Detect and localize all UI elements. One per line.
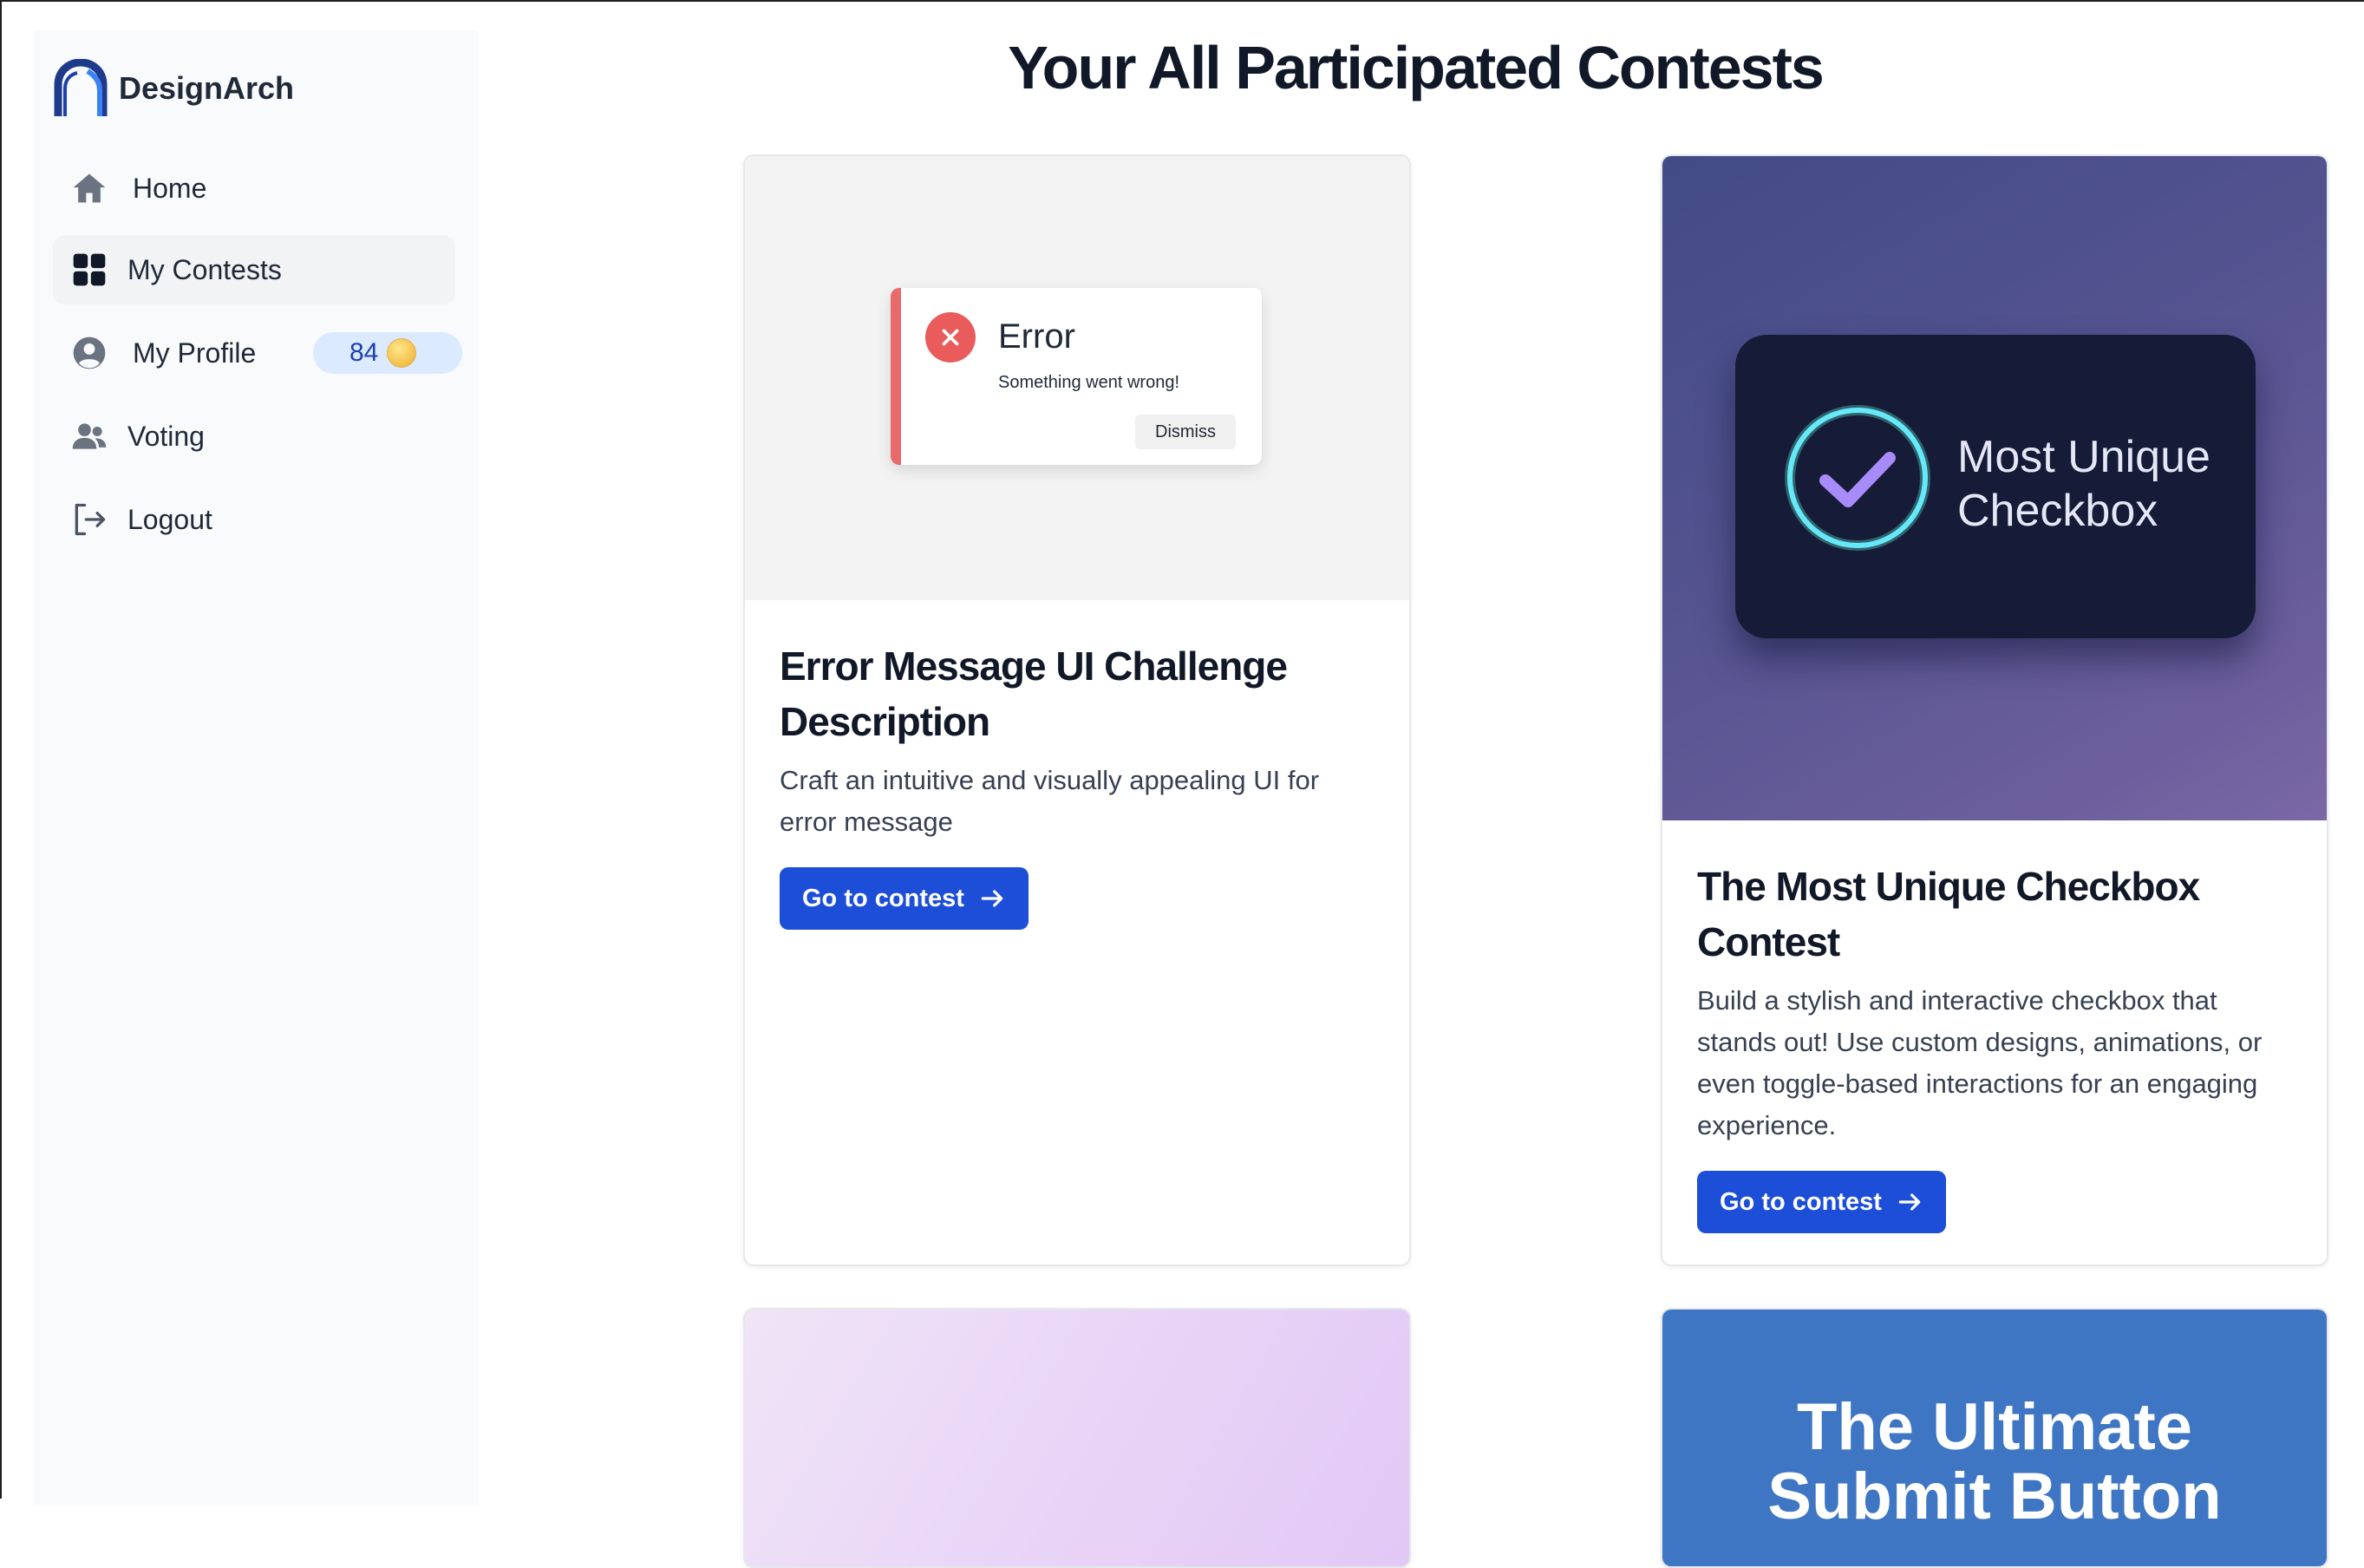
checkbox-preview-line2: Checkbox xyxy=(1957,486,2158,536)
coin-icon xyxy=(387,338,417,368)
submit-preview-line1: The Ultimate xyxy=(1796,1390,2193,1464)
page-title: Your All Participated Contests xyxy=(1008,34,1825,101)
arrow-right-icon xyxy=(1898,1193,1921,1211)
grid-icon xyxy=(70,251,108,289)
close-circle-icon xyxy=(925,312,976,363)
contest-card-body: Error Message UI Challenge Description C… xyxy=(780,638,1375,930)
contest-title: The Most Unique Checkbox Contest xyxy=(1697,864,2200,964)
designarch-logo-icon xyxy=(54,59,108,116)
error-preview-dismiss: Dismiss xyxy=(1135,415,1236,449)
points-badge: 84 xyxy=(313,332,462,374)
contest-description: Craft an intuitive and visually appealin… xyxy=(780,765,1320,837)
error-preview: Error Something went wrong! Dismiss xyxy=(891,288,1262,465)
submit-preview-line2: Submit Button xyxy=(1767,1460,2222,1533)
sidebar-item-label: My Profile xyxy=(133,336,257,369)
go-to-contest-button[interactable]: Go to contest xyxy=(780,867,1029,930)
users-icon xyxy=(70,417,108,455)
checkbox-preview: Most Unique Checkbox xyxy=(1735,335,2256,638)
app-frame: DesignArch Home My Contests My Profile 8… xyxy=(0,0,2364,1568)
sidebar-item-label: Logout xyxy=(127,503,212,535)
contest-preview-image: Error Something went wrong! Dismiss xyxy=(745,156,1409,600)
brand[interactable]: DesignArch xyxy=(53,58,294,119)
contest-card-body: The Most Unique Checkbox Contest Build a… xyxy=(1697,859,2292,1233)
check-circle-icon xyxy=(1785,405,1930,551)
error-preview-message: Something went wrong! xyxy=(998,373,1180,392)
contest-title: Error Message UI Challenge Description xyxy=(780,644,1288,744)
arrow-right-icon xyxy=(981,890,1003,907)
sidebar-item-label: Voting xyxy=(127,420,205,452)
contest-preview-image xyxy=(745,1310,1409,1566)
contest-card: The Ultimate Submit Button xyxy=(1661,1308,2328,1568)
sidebar-item-my-profile[interactable]: My Profile 84 xyxy=(53,318,462,388)
go-to-contest-button[interactable]: Go to contest xyxy=(1697,1171,1946,1233)
contest-preview-image: The Ultimate Submit Button xyxy=(1662,1310,2327,1566)
contest-card: Error Something went wrong! Dismiss Erro… xyxy=(743,154,1411,1266)
sidebar-item-home[interactable]: Home xyxy=(53,154,455,223)
home-icon xyxy=(70,169,108,207)
logout-icon xyxy=(70,500,108,539)
submit-preview-text: The Ultimate Submit Button xyxy=(1662,1393,2327,1532)
user-circle-icon xyxy=(70,334,108,372)
error-preview-title: Error xyxy=(998,317,1075,356)
sidebar-item-label: Home xyxy=(133,172,207,204)
contest-description: Build a stylish and interactive checkbox… xyxy=(1697,985,2263,1140)
contest-preview-image: Most Unique Checkbox xyxy=(1662,156,2327,820)
checkbox-preview-line1: Most Unique xyxy=(1957,432,2211,482)
contest-card xyxy=(743,1308,1411,1568)
go-to-contest-label: Go to contest xyxy=(802,884,964,912)
sidebar-item-my-contests[interactable]: My Contests xyxy=(53,235,455,304)
go-to-contest-label: Go to contest xyxy=(1720,1187,1882,1216)
points-count: 84 xyxy=(349,338,379,367)
checkbox-preview-text: Most Unique Checkbox xyxy=(1957,430,2211,538)
sidebar: DesignArch Home My Contests My Profile 8… xyxy=(34,30,478,1505)
sidebar-item-label: My Contests xyxy=(127,253,282,285)
brand-name: DesignArch xyxy=(119,70,295,106)
sidebar-item-logout[interactable]: Logout xyxy=(53,485,455,554)
sidebar-item-voting[interactable]: Voting xyxy=(53,402,455,471)
contest-card: Most Unique Checkbox The Most Unique Che… xyxy=(1661,154,2328,1266)
